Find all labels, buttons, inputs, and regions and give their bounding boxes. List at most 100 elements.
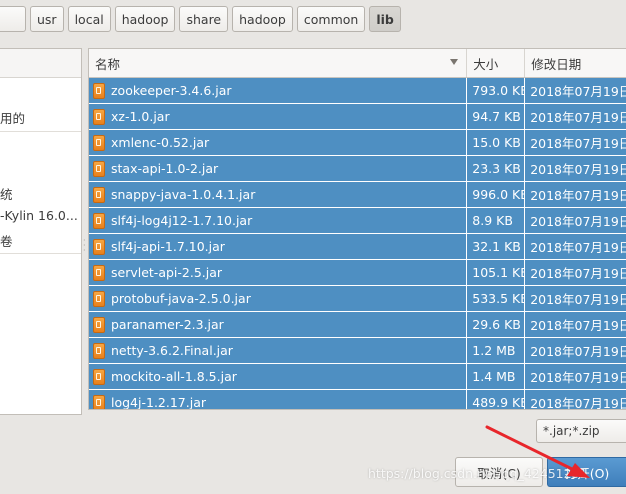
crumb-share[interactable]: share [179, 6, 229, 32]
file-name: stax-api-1.0-2.jar [111, 161, 219, 176]
file-list: 名称 大小 修改日期 zookeeper-3.4.6.jar 793.0 KB 20… [88, 48, 626, 410]
file-name-cell: stax-api-1.0-2.jar [89, 156, 468, 181]
crumb-hadoop[interactable]: hadoop [114, 6, 176, 32]
file-rows: zookeeper-3.4.6.jar 793.0 KB 2018年07月19日 xz… [89, 78, 626, 410]
column-headers: 名称 大小 修改日期 [89, 49, 626, 78]
file-name-cell: netty-3.6.2.Final.jar [89, 338, 468, 363]
file-name: servlet-api-2.5.jar [111, 265, 223, 280]
file-date: 2018年07月19日 [530, 318, 626, 333]
file-name-cell: log4j-1.2.17.jar [89, 390, 468, 410]
jar-file-icon [93, 238, 105, 255]
column-header-name[interactable]: 名称 [89, 49, 468, 77]
crumb-hadoop-2[interactable]: hadoop [232, 6, 293, 32]
file-row[interactable]: stax-api-1.0-2.jar 23.3 KB 2018年07月19日 [89, 156, 626, 182]
file-row[interactable]: xz-1.0.jar 94.7 KB 2018年07月19日 [89, 104, 626, 130]
file-type-filter[interactable]: *.jar;*.zip [536, 419, 626, 443]
crumb-usr[interactable]: usr [30, 6, 64, 32]
file-date: 2018年07月19日 [530, 292, 626, 307]
file-name: xz-1.0.jar [111, 109, 170, 124]
file-name-cell: xmlenc-0.52.jar [89, 130, 468, 155]
jar-file-icon [93, 82, 105, 99]
file-date: 2018年07月19日 [530, 370, 626, 385]
file-name: zookeeper-3.4.6.jar [111, 83, 232, 98]
file-name-cell: slf4j-log4j12-1.7.10.jar [89, 208, 468, 233]
column-header-size[interactable]: 大小 [467, 49, 526, 77]
file-name: paranamer-2.3.jar [111, 317, 224, 332]
crumb-local[interactable]: local [67, 6, 111, 32]
sidebar-item-filesystem[interactable]: 统 [0, 184, 13, 203]
jar-file-icon [93, 316, 105, 333]
file-row[interactable]: servlet-api-2.5.jar 105.1 KB 2018年07月19日 [89, 260, 626, 286]
file-row[interactable]: xmlenc-0.52.jar 15.0 KB 2018年07月19日 [89, 130, 626, 156]
file-name-cell: snappy-java-1.0.4.1.jar [89, 182, 468, 207]
file-row[interactable]: paranamer-2.3.jar 29.6 KB 2018年07月19日 [89, 312, 626, 338]
sidebar-item-volume[interactable]: 卷 [0, 231, 13, 250]
jar-file-icon [93, 394, 105, 409]
file-row[interactable]: slf4j-api-1.7.10.jar 32.1 KB 2018年07月19日 [89, 234, 626, 260]
jar-file-icon [93, 186, 105, 203]
crumb-lib[interactable]: lib [369, 6, 401, 32]
column-header-size-label: 大小 [473, 56, 499, 72]
file-size: 23.3 KB [467, 156, 526, 181]
jar-file-icon [93, 160, 105, 177]
file-name-cell: protobuf-java-2.5.0.jar [89, 286, 468, 311]
file-type-filter-label: *.jar;*.zip [543, 424, 600, 438]
file-date: 2018年07月19日 [530, 240, 626, 255]
file-name-cell: zookeeper-3.4.6.jar [89, 78, 468, 103]
sort-down-icon [450, 59, 459, 65]
file-size: 32.1 KB [467, 234, 526, 259]
column-header-date[interactable]: 修改日期 [525, 49, 626, 77]
file-size: 793.0 KB [467, 78, 526, 103]
file-size: 94.7 KB [467, 104, 526, 129]
file-name-cell: slf4j-api-1.7.10.jar [89, 234, 468, 259]
file-size: 8.9 KB [467, 208, 526, 233]
file-name-cell: xz-1.0.jar [89, 104, 468, 129]
file-name: log4j-1.2.17.jar [111, 395, 206, 410]
jar-file-icon [93, 368, 105, 385]
file-date: 2018年07月19日 [530, 84, 626, 99]
jar-file-icon [93, 212, 105, 229]
file-name: protobuf-java-2.5.0.jar [111, 291, 251, 306]
file-name: snappy-java-1.0.4.1.jar [111, 187, 256, 202]
file-row[interactable]: mockito-all-1.8.5.jar 1.4 MB 2018年07月19日 [89, 364, 626, 390]
file-date: 2018年07月19日 [530, 110, 626, 125]
jar-file-icon [93, 134, 105, 151]
file-row[interactable]: snappy-java-1.0.4.1.jar 996.0 KB 2018年07月1… [89, 182, 626, 208]
file-name: slf4j-log4j12-1.7.10.jar [111, 213, 253, 228]
file-size: 996.0 KB [467, 182, 526, 207]
file-date: 2018年07月19日 [530, 266, 626, 281]
file-size: 1.2 MB [467, 338, 526, 363]
crumb-common[interactable]: common [296, 6, 366, 32]
sidebar-header [0, 49, 81, 78]
jar-file-icon [93, 108, 105, 125]
file-date: 2018年07月19日 [530, 214, 626, 229]
file-date: 2018年07月19日 [530, 162, 626, 177]
sidebar-item-recent[interactable]: 用的 [0, 108, 25, 127]
sidebar-item-kylin-volume[interactable]: -Kylin 16.0... [0, 208, 78, 223]
file-row[interactable]: slf4j-log4j12-1.7.10.jar 8.9 KB 2018年07月19… [89, 208, 626, 234]
file-size: 105.1 KB [467, 260, 526, 285]
file-name: mockito-all-1.8.5.jar [111, 369, 237, 384]
places-sidebar: 用的 统 -Kylin 16.0... 卷 [0, 48, 82, 415]
file-name-cell: servlet-api-2.5.jar [89, 260, 468, 285]
file-name-cell: mockito-all-1.8.5.jar [89, 364, 468, 389]
path-nav-left-button[interactable] [0, 6, 26, 32]
file-size: 15.0 KB [467, 130, 526, 155]
file-size: 533.5 KB [467, 286, 526, 311]
file-name: xmlenc-0.52.jar [111, 135, 210, 150]
column-header-name-label: 名称 [95, 56, 121, 72]
file-row[interactable]: log4j-1.2.17.jar 489.9 KB 2018年07月19日 [89, 390, 626, 410]
file-date: 2018年07月19日 [530, 188, 626, 203]
column-header-date-label: 修改日期 [531, 56, 582, 72]
file-size: 489.9 KB [467, 390, 526, 409]
pane-resize-grip[interactable]: · · · [83, 237, 86, 255]
file-size: 1.4 MB [467, 364, 526, 389]
file-name: slf4j-api-1.7.10.jar [111, 239, 225, 254]
file-row[interactable]: protobuf-java-2.5.0.jar 533.5 KB 2018年07月1… [89, 286, 626, 312]
file-date: 2018年07月19日 [530, 136, 626, 151]
open-button[interactable]: 打开(O) [547, 457, 626, 487]
file-name: netty-3.6.2.Final.jar [111, 343, 233, 358]
file-row[interactable]: zookeeper-3.4.6.jar 793.0 KB 2018年07月19日 [89, 78, 626, 104]
file-row[interactable]: netty-3.6.2.Final.jar 1.2 MB 2018年07月19日 [89, 338, 626, 364]
cancel-button[interactable]: 取消(C) [455, 457, 543, 487]
